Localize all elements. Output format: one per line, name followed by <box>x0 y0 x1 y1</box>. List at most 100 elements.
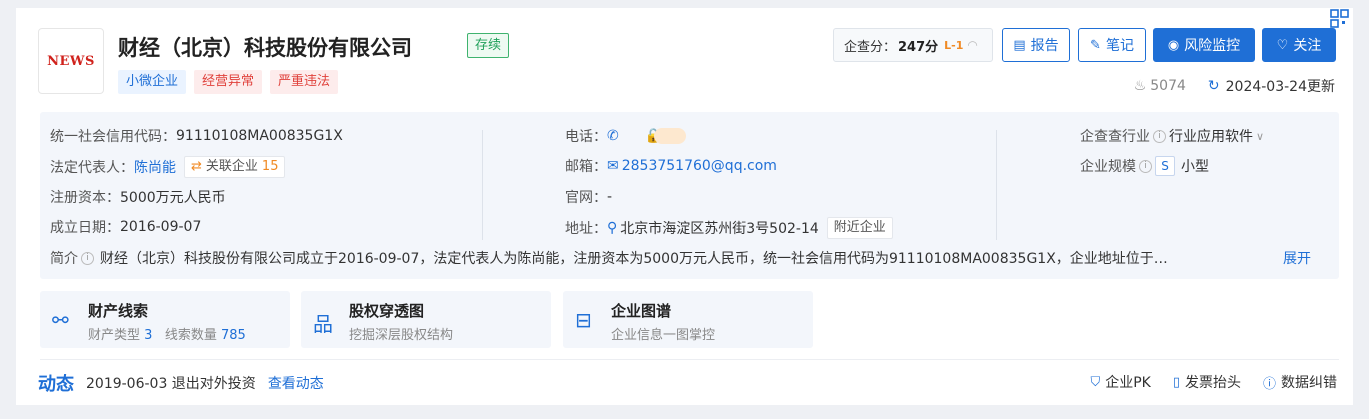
company-name: 财经（北京）科技股份有限公司 <box>118 36 412 60</box>
feature-title: 股权穿透图 <box>349 302 425 320</box>
fire-icon: ♨ <box>1133 78 1147 94</box>
dynamic-title: 动态 <box>38 374 74 395</box>
follow-button[interactable]: ♡ 关注 <box>1262 28 1336 62</box>
info-icon[interactable]: i <box>81 251 94 265</box>
property-type-label: 财产类型 <box>88 328 141 343</box>
tag-abnormal-operation[interactable]: 经营异常 <box>194 70 263 94</box>
intro-label: 简介 <box>50 251 78 267</box>
score-value: 247分 <box>898 39 939 55</box>
risk-monitor-button[interactable]: ◉ 风险监控 <box>1153 28 1255 62</box>
correction-label: 数据纠错 <box>1281 375 1337 391</box>
address-value[interactable]: 北京市海淀区苏州街3号502-14 <box>620 218 819 238</box>
website-value: - <box>607 189 613 205</box>
feature-equity-penetration[interactable]: 品 股权穿透图 挖掘深层股权结构 <box>301 291 551 348</box>
column-divider <box>996 130 997 240</box>
legal-rep-link[interactable]: 陈尚能 <box>134 157 176 177</box>
refresh-icon: ↻ <box>1207 78 1220 94</box>
feature-sub: 挖掘深层股权结构 <box>349 328 454 343</box>
notes-button[interactable]: ✎ 笔记 <box>1078 28 1146 62</box>
capital-value: 5000万元人民币 <box>120 190 226 206</box>
related-companies-tag[interactable]: ⇄ 关联企业 15 <box>184 156 286 178</box>
document-icon: ▤ <box>1013 37 1026 53</box>
score-box[interactable]: 企查分： 247分 L-1 ◠ <box>833 28 993 62</box>
divider <box>40 359 1339 360</box>
vip-icon[interactable] <box>654 128 687 144</box>
dynamic-bar: 动态 2019-06-03 退出对外投资 查看动态 <box>38 370 324 396</box>
score-label: 企查分： <box>844 39 897 55</box>
expand-link[interactable]: 展开 <box>1283 248 1311 268</box>
views-value: 5074 <box>1150 78 1186 94</box>
company-tags: 小微企业 经营异常 严重违法 <box>118 70 339 94</box>
tag-small-micro[interactable]: 小微企业 <box>118 70 187 94</box>
phone-icon: ✆ <box>607 128 619 144</box>
heart-icon: ♡ <box>1276 37 1289 53</box>
website-row: 官网： - <box>565 187 612 207</box>
column-divider <box>482 130 483 240</box>
legal-rep-row: 法定代表人： 陈尚能 ⇄ 关联企业 15 <box>50 156 286 178</box>
chevron-down-icon[interactable]: ∨ <box>1256 130 1264 143</box>
tag-serious-violation[interactable]: 严重违法 <box>270 70 339 94</box>
credit-code-value[interactable]: 91110108MA00835G1X <box>176 128 343 144</box>
company-logo: NEWS <box>38 28 104 94</box>
founded-value: 2016-09-07 <box>120 219 202 235</box>
gauge-icon: ◠ <box>967 38 978 52</box>
industry-row: 企查查行业 i 行业应用软件 ∨ <box>1080 126 1264 146</box>
website-label: 官网： <box>565 190 607 206</box>
related-count: 15 <box>261 159 279 174</box>
clue-count: 785 <box>221 328 246 343</box>
org-chart-icon: 品 <box>313 312 333 336</box>
company-pk-button[interactable]: ⛉ 企业PK <box>1090 372 1150 392</box>
nearby-companies-tag[interactable]: 附近企业 <box>826 217 893 239</box>
warning-icon: ⓘ <box>1262 376 1276 392</box>
legal-rep-label: 法定代表人： <box>50 160 134 176</box>
pk-label: 企业PK <box>1105 375 1151 391</box>
view-dynamic-link[interactable]: 查看动态 <box>268 373 324 393</box>
follow-label: 关注 <box>1293 38 1322 54</box>
email-label: 邮箱： <box>565 159 607 175</box>
credit-code-label: 统一社会信用代码： <box>50 129 176 145</box>
scale-row: 企业规模 i S 小型 <box>1080 156 1209 176</box>
info-icon[interactable]: i <box>1139 159 1152 173</box>
feature-title: 企业图谱 <box>611 302 672 320</box>
scale-label: 企业规模 <box>1080 159 1136 175</box>
scale-badge: S <box>1155 156 1175 176</box>
scale-value: 小型 <box>1181 159 1209 175</box>
views-count: ♨ 5074 <box>1134 78 1186 94</box>
location-pin-icon: ⚲ <box>607 220 618 236</box>
feature-sub: 财产类型 3 线索数量 785 <box>88 324 246 343</box>
update-info[interactable]: ↻ 2024-03-24更新 <box>1208 76 1335 96</box>
report-button[interactable]: ▤ 报告 <box>1002 28 1070 62</box>
meta-info: ♨ 5074 ↻ 2024-03-24更新 <box>1134 76 1335 96</box>
info-icon[interactable]: i <box>1153 129 1166 143</box>
network-icon: ⇄ <box>191 159 202 174</box>
invoice-button[interactable]: ▯ 发票抬头 <box>1173 372 1241 392</box>
notes-label: 笔记 <box>1105 38 1134 54</box>
intro-row: 简介 i 财经（北京）科技股份有限公司成立于2016-09-07，法定代表人为陈… <box>50 248 1270 268</box>
company-card: NEWS 财经（北京）科技股份有限公司 存续 小微企业 经营异常 严重违法 企查… <box>16 8 1353 405</box>
credit-code-row: 统一社会信用代码： 91110108MA00835G1X <box>50 126 343 146</box>
capital-label: 注册资本： <box>50 190 120 206</box>
feature-sub: 企业信息一图掌控 <box>611 328 716 343</box>
mail-icon: ✉ <box>607 158 619 174</box>
feature-property-clues[interactable]: ⚯ 财产线索 财产类型 3 线索数量 785 <box>40 291 290 348</box>
invoice-icon: ▯ <box>1172 374 1180 390</box>
updated-text: 2024-03-24更新 <box>1225 79 1335 95</box>
feature-enterprise-graph[interactable]: ⊟ 企业图谱 企业信息一图掌控 <box>563 291 813 348</box>
pk-icon: ⛉ <box>1090 374 1101 390</box>
clue-count-label: 线索数量 <box>164 328 217 343</box>
risk-label: 风险监控 <box>1184 38 1241 54</box>
report-label: 报告 <box>1030 38 1059 54</box>
email-row: 邮箱： ✉ 2853751760@qq.com <box>565 156 777 176</box>
industry-value[interactable]: 行业应用软件 <box>1169 126 1253 146</box>
qr-code-icon[interactable] <box>1325 8 1353 30</box>
phone-row: 电话： ✆ 🔒 <box>565 126 687 146</box>
property-type-count: 3 <box>144 328 153 343</box>
capital-row: 注册资本： 5000万元人民币 <box>50 187 226 207</box>
intro-text: 财经（北京）科技股份有限公司成立于2016-09-07，法定代表人为陈尚能，注册… <box>100 251 1168 267</box>
shield-icon: ◉ <box>1167 37 1180 53</box>
property-clue-icon: ⚯ <box>52 308 69 332</box>
status-badge: 存续 <box>467 33 510 58</box>
info-panel: 统一社会信用代码： 91110108MA00835G1X 法定代表人： 陈尚能 … <box>40 112 1339 279</box>
email-link[interactable]: 2853751760@qq.com <box>622 158 777 174</box>
correction-button[interactable]: ⓘ 数据纠错 <box>1263 372 1337 392</box>
